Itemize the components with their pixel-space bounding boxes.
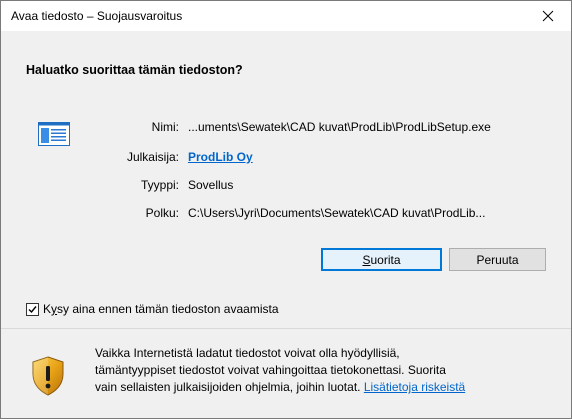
warning-text: Vaikka Internetistä ladatut tiedostot vo…	[95, 346, 466, 394]
title-bar: Avaa tiedosto – Suojausvaroitus	[1, 1, 571, 31]
security-warning-dialog: Avaa tiedosto – Suojausvaroitus Haluatko…	[0, 0, 572, 419]
publisher-link[interactable]: ProdLib Oy	[188, 150, 253, 164]
path-value: C:\Users\Jyri\Documents\Sewatek\CAD kuva…	[188, 206, 486, 220]
run-button-label: Suorita	[362, 252, 401, 267]
type-label: Tyyppi:	[140, 178, 179, 192]
learn-more-risks-link[interactable]: Lisätietoja riskeistä	[364, 380, 465, 394]
name-value: ...uments\Sewatek\CAD kuvat\ProdLib\Prod…	[188, 120, 491, 134]
type-value: Sovellus	[188, 178, 234, 192]
always-ask-checkbox-row[interactable]: Kysy aina ennen tämän tiedoston avaamist…	[26, 302, 279, 316]
detail-row-type: Tyyppi: Sovellus	[1, 178, 571, 194]
cancel-button[interactable]: Peruuta	[449, 248, 546, 271]
path-label: Polku:	[145, 206, 179, 220]
always-ask-label: Kysy aina ennen tämän tiedoston avaamist…	[43, 302, 279, 316]
close-icon	[542, 10, 554, 22]
warning-panel: Vaikka Internetistä ladatut tiedostot vo…	[1, 329, 571, 418]
detail-row-publisher: Julkaisija: ProdLib Oy	[1, 150, 571, 166]
dialog-question: Haluatko suorittaa tämän tiedoston?	[26, 63, 243, 77]
run-button[interactable]: Suorita	[321, 248, 442, 271]
security-shield-warning-icon	[32, 356, 64, 396]
close-button[interactable]	[525, 1, 571, 31]
window-title: Avaa tiedosto – Suojausvaroitus	[11, 9, 183, 23]
always-ask-checkbox[interactable]	[26, 302, 39, 316]
checkmark-icon	[28, 305, 37, 313]
name-label: Nimi:	[151, 120, 179, 134]
cancel-button-label: Peruuta	[476, 252, 519, 267]
detail-row-name: Nimi: ...uments\Sewatek\CAD kuvat\ProdLi…	[1, 120, 571, 136]
detail-row-path: Polku: C:\Users\Jyri\Documents\Sewatek\C…	[1, 206, 571, 222]
publisher-label: Julkaisija:	[126, 150, 179, 164]
